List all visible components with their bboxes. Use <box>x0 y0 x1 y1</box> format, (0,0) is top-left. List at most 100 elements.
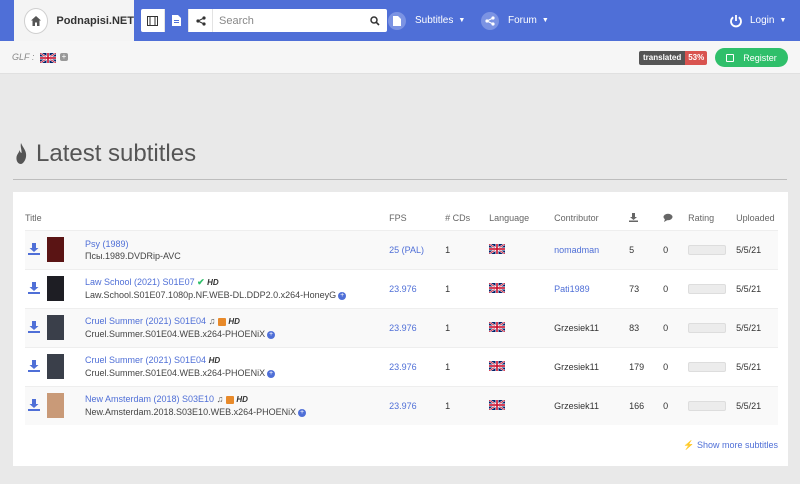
comments-cell: 0 <box>663 307 689 347</box>
contributor-name[interactable]: nomadman <box>554 245 599 255</box>
chevron-down-icon: ▼ <box>779 17 787 24</box>
poster-thumbnail[interactable] <box>47 393 64 419</box>
poster-thumbnail[interactable] <box>47 315 64 340</box>
forum-menu-label: Forum <box>508 15 537 26</box>
language-cell <box>488 307 555 347</box>
poster-thumbnail[interactable] <box>47 237 64 262</box>
title-link[interactable]: Cruel Summer (2021) S01E04 ♫ HD <box>85 315 389 328</box>
subtitles-menu[interactable]: Subtitles ▼ <box>388 0 465 41</box>
uk-flag-icon <box>488 398 506 411</box>
header-contributor[interactable]: Contributor <box>554 207 629 230</box>
header-downloads[interactable] <box>629 207 663 230</box>
title-cell: Cruel Summer (2021) S01E04 HD Cruel.Summe… <box>85 346 390 386</box>
search-button[interactable] <box>363 9 387 32</box>
uk-flag-icon <box>488 242 506 255</box>
search-input[interactable] <box>213 9 363 32</box>
chevron-down-icon: ▼ <box>458 17 466 24</box>
login-label: Login <box>750 15 775 26</box>
show-more-link[interactable]: ⚡ Show more subtitles <box>683 440 778 451</box>
header-rating[interactable]: Rating <box>688 207 736 230</box>
flame-icon <box>16 143 27 164</box>
music-note-icon: ♫ <box>216 394 224 405</box>
table-row: Cruel Summer (2021) S01E04 ♫ HD Cruel.Sum… <box>25 307 778 347</box>
uk-flag-icon[interactable] <box>40 53 56 63</box>
language-cell <box>488 346 555 386</box>
download-cell[interactable] <box>25 268 47 308</box>
table-row: New Amsterdam (2018) S03E10 ♫ HD New.Amst… <box>25 385 778 425</box>
uploaded-cell: 5/5/21 <box>736 229 778 269</box>
add-language-icon[interactable]: + <box>60 53 68 61</box>
expand-plus-icon[interactable]: + <box>298 408 307 417</box>
contributor-cell[interactable]: Pati1989 <box>554 268 630 308</box>
fps-cell: 23.976 <box>389 307 446 347</box>
header-comments[interactable] <box>663 207 688 230</box>
contributor-cell: Grzesiek11 <box>554 346 630 386</box>
release-text: Law.School.S01E07.1080p.NF.WEB-DL.DDP2.0… <box>85 290 337 300</box>
page-title: Latest subtitles <box>36 140 197 167</box>
title-link[interactable]: Psy (1989) <box>85 238 389 250</box>
poster-thumbnail[interactable] <box>47 276 64 301</box>
rating-cell <box>688 307 737 347</box>
search-type-share-button[interactable] <box>189 9 213 32</box>
download-cell[interactable] <box>25 229 47 269</box>
download-icon <box>28 320 40 333</box>
comments-cell: 0 <box>663 385 689 425</box>
title-text: Law School (2021) S01E07 <box>85 277 195 287</box>
title-link[interactable]: Law School (2021) S01E07 ✔ HD <box>85 276 389 289</box>
release-name: Law.School.S01E07.1080p.NF.WEB-DL.DDP2.0… <box>85 289 389 301</box>
download-icon <box>629 212 639 222</box>
download-icon <box>28 398 40 411</box>
release-text: Cruel.Summer.S01E04.WEB.x264-PHOENiX <box>85 329 266 339</box>
header-cds[interactable]: # CDs <box>445 207 489 230</box>
release-name: Cruel.Summer.S01E04.WEB.x264-PHOENiX + <box>85 328 389 340</box>
table-row: Cruel Summer (2021) S01E04 HD Cruel.Summe… <box>25 346 778 386</box>
title-link[interactable]: Cruel Summer (2021) S01E04 HD <box>85 354 389 367</box>
hd-badge: HD <box>208 356 221 365</box>
language-cell <box>488 385 555 425</box>
expand-plus-icon[interactable]: + <box>267 330 276 339</box>
download-icon <box>28 281 40 294</box>
hd-badge: HD <box>228 317 240 326</box>
title-cell: Cruel Summer (2021) S01E04 ♫ HD Cruel.Sum… <box>85 307 390 347</box>
contributor-name: Grzesiek11 <box>554 322 599 333</box>
contributor-cell[interactable]: nomadman <box>554 229 630 269</box>
header-title[interactable]: Title <box>25 207 389 230</box>
expand-plus-icon[interactable]: + <box>338 291 347 300</box>
rating-cell <box>688 385 737 425</box>
register-label: Register <box>743 52 777 63</box>
language-cell <box>488 268 555 308</box>
uploaded-cell: 5/5/21 <box>736 307 778 347</box>
title-link[interactable]: New Amsterdam (2018) S03E10 ♫ HD <box>85 393 389 406</box>
title-cell: New Amsterdam (2018) S03E10 ♫ HD New.Amst… <box>85 385 390 425</box>
poster-cell <box>47 385 85 425</box>
fps-cell: 25 (PAL) <box>389 229 446 269</box>
share-icon <box>481 11 499 30</box>
downloads-cell: 5 <box>629 229 664 269</box>
download-cell[interactable] <box>25 385 47 425</box>
home-icon <box>24 7 49 34</box>
register-button[interactable]: Register <box>715 48 788 67</box>
downloads-cell: 83 <box>629 307 664 347</box>
brand-logo[interactable]: Podnapisi.NET <box>14 0 134 41</box>
header-fps[interactable]: FPS <box>389 207 445 230</box>
search-type-subtitles-button[interactable] <box>165 9 189 32</box>
header-language[interactable]: Language <box>489 207 554 230</box>
downloads-cell: 166 <box>629 385 664 425</box>
latest-subtitles-panel: Title FPS # CDs Language Contributor Rat… <box>13 192 788 466</box>
title-cell: Psy (1989) Псы.1989.DVDRip-AVC <box>85 229 390 269</box>
login-menu[interactable]: Login ▼ <box>729 0 786 41</box>
search-type-movies-button[interactable] <box>141 9 165 32</box>
download-cell[interactable] <box>25 307 47 347</box>
contributor-name[interactable]: Pati1989 <box>554 284 590 294</box>
release-name: New.Amsterdam.2018.S03E10.WEB.x264-PHOEN… <box>85 406 389 418</box>
download-cell[interactable] <box>25 346 47 386</box>
poster-thumbnail[interactable] <box>47 354 64 379</box>
uk-flag-icon <box>488 359 506 372</box>
expand-plus-icon[interactable]: + <box>267 369 276 378</box>
title-text: Cruel Summer (2021) S01E04 <box>85 316 207 326</box>
header-uploaded[interactable]: Uploaded <box>736 207 778 230</box>
poster-cell <box>47 268 85 308</box>
contributor-name: Grzesiek11 <box>554 361 599 372</box>
forum-menu[interactable]: Forum ▼ <box>481 0 549 41</box>
fps-cell: 23.976 <box>389 346 446 386</box>
